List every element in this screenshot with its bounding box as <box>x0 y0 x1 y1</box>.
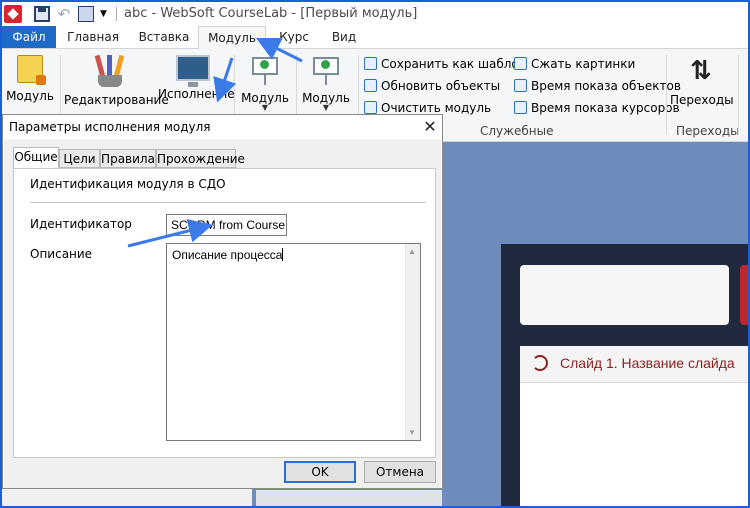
service-group-label: Служебные <box>480 124 554 138</box>
tab-panel-general: Идентификация модуля в СДО Идентификатор… <box>13 168 436 458</box>
tab-goals[interactable]: Цели <box>59 149 100 168</box>
presentation-board-icon <box>311 55 341 85</box>
brushes-icon <box>94 54 126 87</box>
description-text: Описание процесса <box>172 248 283 262</box>
tab-module[interactable]: Модуль <box>198 26 266 49</box>
quick-access-dropdown-icon[interactable]: ▼ <box>100 6 116 22</box>
execution-button[interactable]: Исполнение <box>158 55 235 101</box>
quick-tool-icon[interactable] <box>78 6 94 22</box>
monitor-gear-icon <box>176 55 210 87</box>
tab-home[interactable]: Главная <box>64 26 122 48</box>
ribbon-tabs: Файл Главная Вставка Модуль Курс Вид <box>2 26 748 49</box>
tab-passing[interactable]: Прохождение <box>156 149 245 168</box>
tab-rules[interactable]: Правила <box>100 149 156 168</box>
window-title: abc - WebSoft CourseLab - [Первый модуль… <box>124 6 418 21</box>
undo-icon[interactable]: ↶ <box>56 6 72 22</box>
workspace-strip <box>256 490 442 506</box>
slide-header-box[interactable] <box>520 265 729 325</box>
save-icon[interactable] <box>34 6 50 22</box>
compress-images-label: Сжать картинки <box>531 57 636 71</box>
tab-insert[interactable]: Вставка <box>134 26 194 48</box>
slide-canvas[interactable]: Слайд 1. Название слайда <box>501 244 748 506</box>
clear-icon <box>364 101 377 114</box>
execution-button-label: Исполнение <box>158 87 235 101</box>
app-window: ↶ ▼ abc - WebSoft CourseLab - [Первый мо… <box>0 0 750 508</box>
title-bar: ↶ ▼ abc - WebSoft CourseLab - [Первый мо… <box>2 2 748 26</box>
refresh-icon <box>364 79 377 92</box>
title-separator <box>116 7 117 21</box>
section-title: Идентификация модуля в СДО <box>30 177 226 191</box>
module-button[interactable]: Модуль <box>6 55 54 103</box>
slide-content[interactable]: Слайд 1. Название слайда <box>520 346 748 506</box>
transitions-group-label: Переходы <box>676 124 740 138</box>
module-execution-dialog: Параметры исполнения модуля ✕ Общие Цели… <box>2 114 443 489</box>
save-as-template-button[interactable]: Сохранить как шаблон <box>364 54 527 74</box>
up-down-arrows-icon: ⇅ <box>690 56 712 86</box>
ok-button[interactable]: OK <box>284 461 356 483</box>
cursor-clock-icon <box>514 101 527 114</box>
section-divider <box>30 202 426 203</box>
tab-file[interactable]: Файл <box>2 26 56 48</box>
slide-accent-box[interactable] <box>740 265 748 325</box>
dialog-title: Параметры исполнения модуля <box>9 120 211 134</box>
clear-module-label: Очистить модуль <box>381 101 492 115</box>
slide-title-bar: Слайд 1. Название слайда <box>520 346 748 383</box>
cursor-display-time-label: Время показа курсоров <box>531 101 680 115</box>
edit-button[interactable]: Редактирование <box>64 54 169 107</box>
transitions-button-label: Переходы <box>670 93 734 107</box>
ribbon-separator <box>666 55 667 135</box>
presentation-board-icon <box>250 55 280 85</box>
module-dropdown-button[interactable]: Модуль ▼ <box>240 55 290 112</box>
close-icon[interactable]: ✕ <box>417 116 443 138</box>
scroll-up-icon[interactable]: ▲ <box>408 247 416 256</box>
save-as-template-label: Сохранить как шаблон <box>381 57 527 71</box>
save-template-icon <box>364 57 377 70</box>
description-textarea[interactable]: Описание процесса ▲ ▼ <box>166 243 421 441</box>
cursor-display-time-button[interactable]: Время показа курсоров <box>514 98 680 118</box>
object-display-time-button[interactable]: Время показа объектов <box>514 76 681 96</box>
module-icon <box>17 55 46 85</box>
module-button-label: Модуль <box>6 89 54 103</box>
clock-icon <box>514 79 527 92</box>
object-display-time-label: Время показа объектов <box>531 79 681 93</box>
identifier-label: Идентификатор <box>30 217 132 231</box>
transitions-button[interactable]: ⇅ Переходы <box>670 55 734 107</box>
cancel-button[interactable]: Отмена <box>364 461 436 483</box>
reload-icon <box>532 355 548 371</box>
tab-view[interactable]: Вид <box>324 26 364 48</box>
edit-button-label: Редактирование <box>64 93 169 107</box>
dialog-body: Общие Цели Правила Прохождение Идентифик… <box>4 139 441 488</box>
tab-course[interactable]: Курс <box>272 26 316 48</box>
app-logo-icon[interactable] <box>4 5 22 23</box>
module-dropdown-button-2[interactable]: Модуль ▼ <box>300 55 352 112</box>
tab-general[interactable]: Общие <box>13 147 59 169</box>
compress-icon <box>514 57 527 70</box>
refresh-objects-button[interactable]: Обновить объекты <box>364 76 500 96</box>
scroll-down-icon[interactable]: ▼ <box>408 428 416 437</box>
description-scrollbar[interactable]: ▲ ▼ <box>405 244 420 440</box>
description-label: Описание <box>30 247 93 261</box>
slide-title: Слайд 1. Название слайда <box>560 355 735 371</box>
ribbon-separator <box>738 55 739 135</box>
identifier-input[interactable]: SCORM from CourseLab <box>166 214 287 236</box>
text-caret <box>282 248 284 261</box>
refresh-objects-label: Обновить объекты <box>381 79 501 93</box>
compress-images-button[interactable]: Сжать картинки <box>514 54 635 74</box>
